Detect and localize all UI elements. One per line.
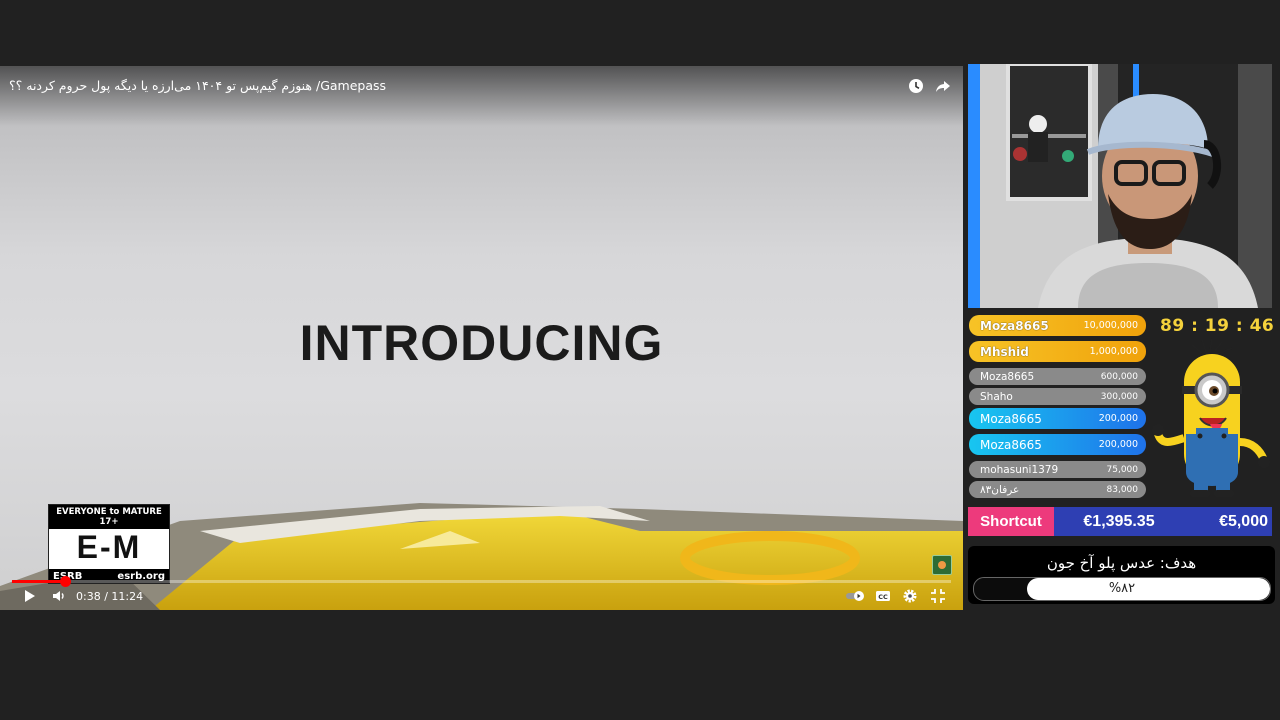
donation-row: Shaho 300,000	[969, 388, 1146, 405]
donor-name: Moza8665	[980, 370, 1035, 383]
donation-amount: 1,000,000	[1089, 346, 1138, 357]
donation-row: Moza8665 600,000	[969, 368, 1146, 385]
shortcut-label: Shortcut	[968, 507, 1054, 536]
watch-later-icon[interactable]	[908, 78, 924, 94]
share-icon[interactable]	[935, 78, 951, 94]
time-display: 0:38 / 11:24	[76, 590, 144, 603]
minion-mascot-icon	[1152, 338, 1270, 497]
esrb-rating-badge: EVERYONE to MATURE 17+ E-M ESRB esrb.org	[48, 504, 170, 584]
video-player[interactable]: هنوزم گیم‌پس تو ۱۴۰۴ می‌ارزه یا دیگه پول…	[0, 66, 963, 610]
donation-amount: 200,000	[1098, 439, 1138, 450]
donor-name: Moza8665	[980, 318, 1049, 333]
goal-widget: هدف: عدس پلو آخ جون %۸۲	[968, 546, 1275, 604]
donation-row: Moza8665 200,000	[969, 408, 1146, 429]
donation-goal-bar: Shortcut €1,395.35 €5,000	[968, 507, 1272, 536]
donor-name: Shaho	[980, 390, 1013, 403]
donor-name: عرفان۸۳	[980, 483, 1020, 496]
video-title[interactable]: هنوزم گیم‌پس تو ۱۴۰۴ می‌ارزه یا دیگه پول…	[9, 78, 386, 93]
goal-progress-bar: %۸۲	[973, 577, 1271, 601]
autoplay-toggle-icon[interactable]	[845, 588, 867, 604]
donor-name: mohasuni1379	[980, 463, 1059, 476]
goal-title: هدف: عدس پلو آخ جون	[1046, 554, 1197, 572]
intro-overlay-text: INTRODUCING	[299, 315, 664, 371]
captions-icon[interactable]: CC	[875, 588, 891, 604]
donation-amount: 600,000	[1100, 371, 1138, 382]
player-controls: 0:38 / 11:24 CC	[0, 583, 963, 610]
donation-amount: 83,000	[1106, 484, 1139, 495]
volume-icon[interactable]	[51, 588, 67, 604]
donation-amount: 300,000	[1100, 391, 1138, 402]
donation-row: عرفان۸۳ 83,000	[969, 481, 1146, 498]
donation-row: Moza8665 200,000	[969, 434, 1146, 455]
goal-amount: €5,000	[1219, 512, 1268, 530]
donor-name: Moza8665	[980, 411, 1042, 426]
esrb-range: EVERYONE to MATURE 17+	[49, 505, 169, 529]
exit-fullscreen-icon[interactable]	[930, 588, 946, 604]
top-shade	[0, 66, 963, 126]
donation-row: Mhshid 1,000,000	[969, 341, 1146, 362]
donation-amount: 10,000,000	[1083, 320, 1138, 331]
donation-row: Moza8665 10,000,000	[969, 315, 1146, 336]
stream-timer: 89 : 19 : 46	[1160, 316, 1275, 336]
donation-row: mohasuni1379 75,000	[969, 461, 1146, 478]
goal-percent: %۸۲	[1108, 581, 1136, 596]
channel-watermark-icon[interactable]	[932, 555, 952, 575]
donor-name: Moza8665	[980, 437, 1042, 452]
esrb-rating: E-M	[76, 529, 142, 565]
raised-amount: €1,395.35	[1083, 512, 1155, 530]
webcam-feed	[968, 64, 1272, 308]
donation-amount: 200,000	[1098, 413, 1138, 424]
donor-name: Mhshid	[980, 344, 1029, 359]
play-icon[interactable]	[21, 588, 37, 604]
donation-amount: 75,000	[1106, 464, 1139, 475]
svg-text:CC: CC	[878, 593, 888, 601]
settings-gear-icon[interactable]	[902, 588, 918, 604]
